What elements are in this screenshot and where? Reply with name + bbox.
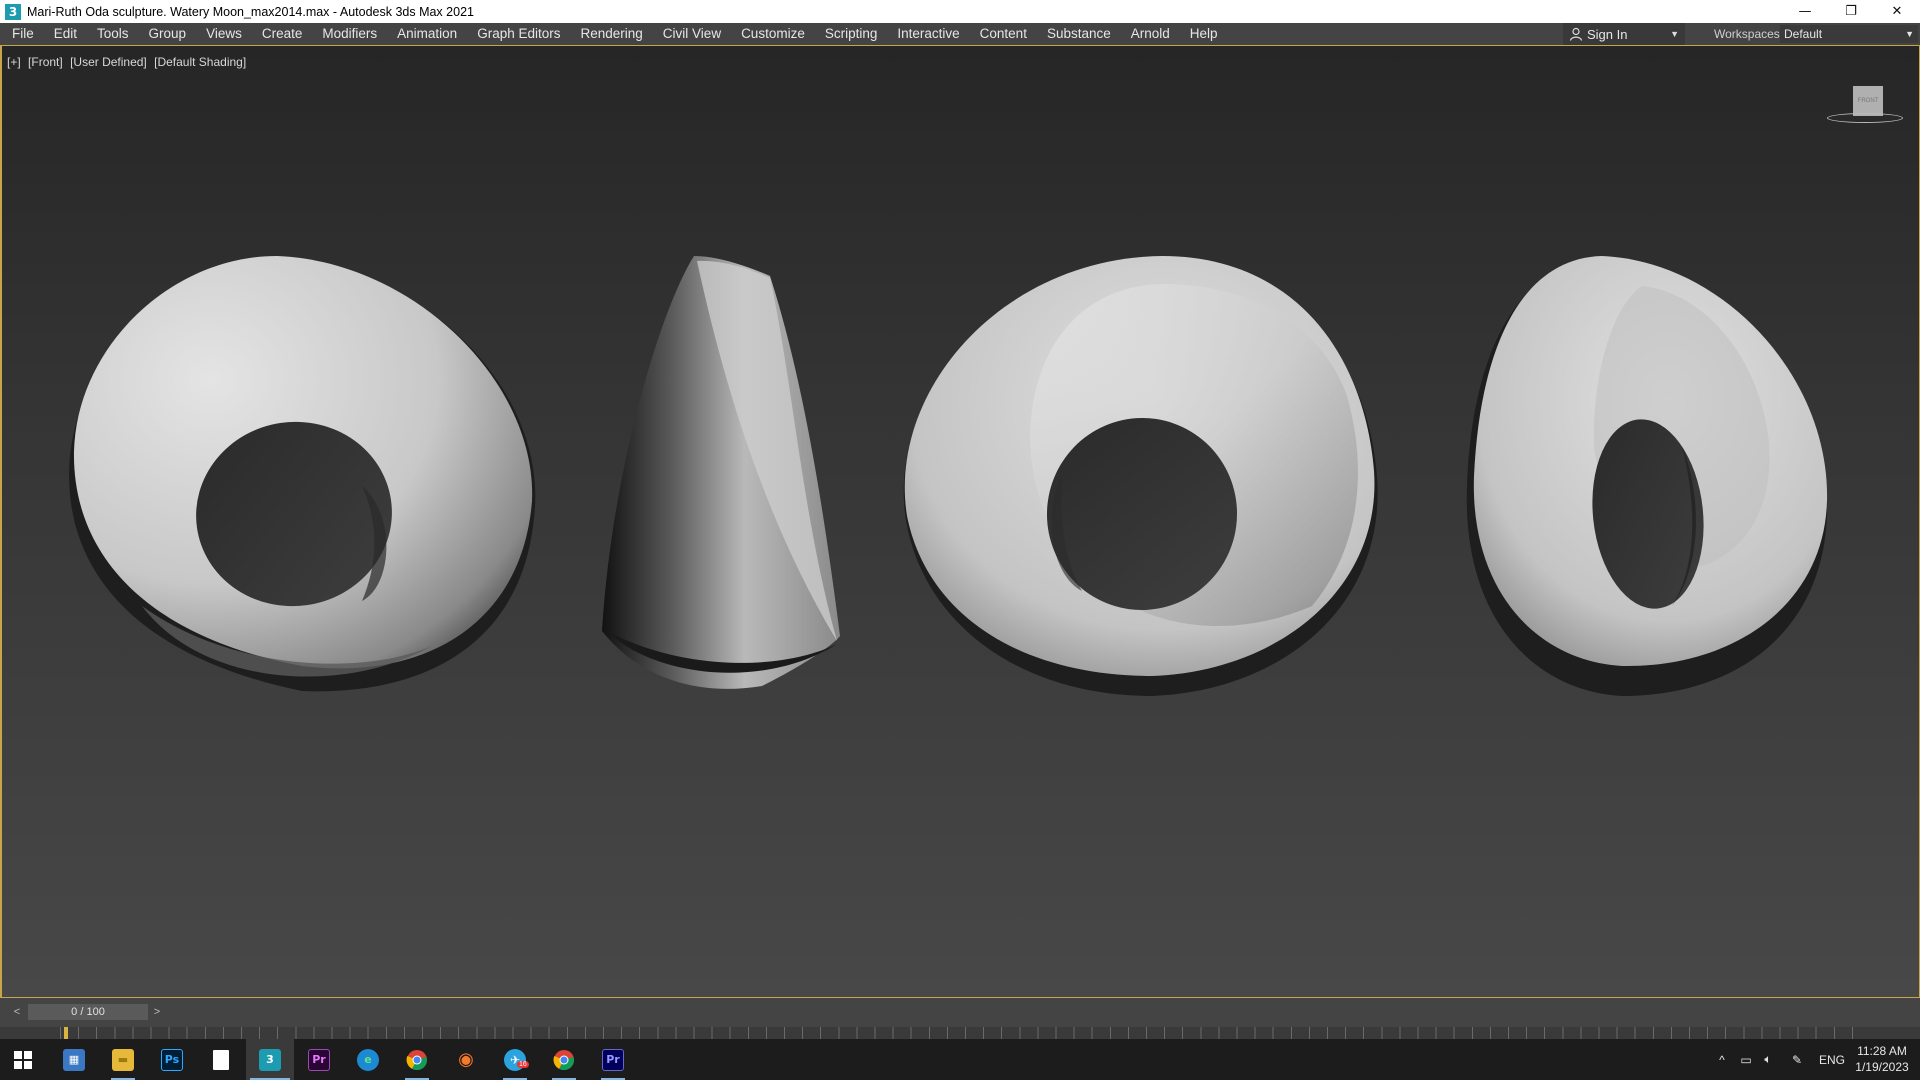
menu-views[interactable]: Views	[196, 23, 252, 45]
notification-badge: 16	[517, 1061, 529, 1068]
clock-time: 11:28 AM	[1857, 1044, 1907, 1058]
workspace-value: Default	[1784, 27, 1823, 41]
viewcube-face[interactable]: FRONT	[1853, 86, 1883, 116]
current-frame-marker[interactable]	[64, 1027, 68, 1039]
premiere-pro-icon: Pr	[602, 1048, 624, 1071]
viewport-user-defined[interactable]: [User Defined]	[70, 55, 147, 69]
time-slider-thumb[interactable]: 0 / 100	[28, 1004, 148, 1020]
menu-rendering[interactable]: Rendering	[571, 23, 653, 45]
menu-animation[interactable]: Animation	[387, 23, 467, 45]
premiere-pro-icon: Pr	[308, 1048, 330, 1071]
document-icon	[213, 1049, 229, 1070]
sign-in-label: Sign In	[1587, 26, 1628, 42]
sculpture-3[interactable]	[903, 256, 1378, 696]
trackbar-ticks	[60, 1027, 1870, 1039]
menu-group[interactable]: Group	[139, 23, 197, 45]
front-viewport[interactable]: [+] [Front] [User Defined] [Default Shad…	[0, 45, 1920, 998]
speaker-icon[interactable]: 🔈︎	[1758, 1039, 1778, 1080]
chevron-down-icon: ▼	[1905, 29, 1914, 39]
start-button[interactable]	[0, 1039, 46, 1080]
taskbar-chrome-2[interactable]	[540, 1039, 588, 1080]
chrome-icon	[553, 1049, 574, 1070]
menu-content[interactable]: Content	[970, 23, 1037, 45]
blender-icon: ◉	[458, 1049, 474, 1070]
battery-icon[interactable]: ▭	[1736, 1039, 1756, 1080]
taskbar-photoshop[interactable]: Ps	[148, 1039, 196, 1080]
menu-tools[interactable]: Tools	[87, 23, 139, 45]
viewport-point-of-view[interactable]: [Front]	[28, 55, 63, 69]
viewport-shading[interactable]: [Default Shading]	[154, 55, 246, 69]
time-slider[interactable]: < 0 / 100 >	[0, 1004, 1920, 1020]
menu-arnold[interactable]: Arnold	[1121, 23, 1180, 45]
photoshop-icon: Ps	[161, 1048, 183, 1071]
menu-file[interactable]: File	[0, 23, 44, 45]
windows-taskbar: ▦ ▬ Ps 3 Pr e ◉ ✈ 16 Pr ^ ▭ 🔈︎ ✎ ENG 11:…	[0, 1039, 1920, 1080]
previous-frame-button[interactable]: <	[10, 1004, 24, 1020]
restore-button[interactable]: ❐	[1828, 0, 1874, 23]
pen-icon[interactable]: ✎	[1787, 1039, 1807, 1080]
menu-edit[interactable]: Edit	[44, 23, 87, 45]
taskbar-telegram[interactable]: ✈ 16	[491, 1039, 539, 1080]
title-bar: 3 Mari-Ruth Oda sculpture. Watery Moon_m…	[0, 0, 1920, 23]
viewcube[interactable]: FRONT	[1825, 86, 1905, 131]
viewport-label: [+] [Front] [User Defined] [Default Shad…	[7, 55, 250, 69]
viewport-menu-plus[interactable]: [+]	[7, 55, 21, 69]
menu-bar: File Edit Tools Group Views Create Modif…	[0, 23, 1920, 45]
chrome-icon	[406, 1049, 427, 1070]
menu-create[interactable]: Create	[252, 23, 313, 45]
menu-customize[interactable]: Customize	[731, 23, 815, 45]
menu-graph-editors[interactable]: Graph Editors	[467, 23, 570, 45]
edge-icon: e	[357, 1048, 379, 1071]
taskbar-blender[interactable]: ◉	[442, 1039, 490, 1080]
windows-logo-icon	[14, 1050, 32, 1069]
minimize-button[interactable]: —	[1782, 0, 1828, 23]
menu-scripting[interactable]: Scripting	[815, 23, 888, 45]
close-button[interactable]: ✕	[1874, 0, 1920, 23]
calculator-icon: ▦	[63, 1048, 85, 1071]
menu-modifiers[interactable]: Modifiers	[312, 23, 387, 45]
viewcube-compass-ring[interactable]	[1827, 113, 1903, 123]
next-frame-button[interactable]: >	[150, 1004, 164, 1020]
language-indicator[interactable]: ENG	[1814, 1039, 1850, 1080]
3ds-max-app-icon[interactable]: 3	[5, 3, 21, 20]
taskbar-premiere-pro-2[interactable]: Pr	[589, 1039, 637, 1080]
user-icon	[1569, 27, 1583, 41]
menu-interactive[interactable]: Interactive	[887, 23, 969, 45]
taskbar-notepad[interactable]	[197, 1039, 245, 1080]
tray-chevron-icon[interactable]: ^	[1712, 1039, 1732, 1080]
taskbar-calculator[interactable]: ▦	[50, 1039, 98, 1080]
trackbar[interactable]	[0, 1027, 1920, 1039]
folder-icon: ▬	[112, 1048, 134, 1071]
taskbar-clock[interactable]: 11:28 AM 1/19/2023	[1850, 1043, 1914, 1075]
menu-substance[interactable]: Substance	[1037, 23, 1121, 45]
taskbar-file-explorer[interactable]: ▬	[99, 1039, 147, 1080]
workspace-select[interactable]: Default ▼	[1780, 25, 1918, 43]
taskbar-edge[interactable]: e	[344, 1039, 392, 1080]
window-title: Mari-Ruth Oda sculpture. Watery Moon_max…	[27, 4, 474, 19]
clock-date: 1/19/2023	[1855, 1060, 1909, 1074]
chevron-down-icon: ▼	[1670, 29, 1679, 39]
sculpture-2[interactable]	[602, 256, 840, 689]
sculpture-4[interactable]	[1466, 256, 1828, 696]
taskbar-premiere-pro[interactable]: Pr	[295, 1039, 343, 1080]
sculpture-1[interactable]	[69, 256, 536, 692]
menu-help[interactable]: Help	[1180, 23, 1228, 45]
time-slider-bar: < 0 / 100 >	[0, 998, 1920, 1027]
window-controls: — ❐ ✕	[1782, 0, 1920, 23]
taskbar-chrome[interactable]	[393, 1039, 441, 1080]
workspaces-label: Workspaces:	[1714, 27, 1784, 41]
sculpture-scene	[69, 256, 1828, 696]
menu-civil-view[interactable]: Civil View	[653, 23, 731, 45]
taskbar-3ds-max[interactable]: 3	[246, 1039, 294, 1080]
sign-in-dropdown[interactable]: Sign In ▼	[1563, 23, 1685, 45]
3ds-max-icon: 3	[259, 1048, 281, 1071]
